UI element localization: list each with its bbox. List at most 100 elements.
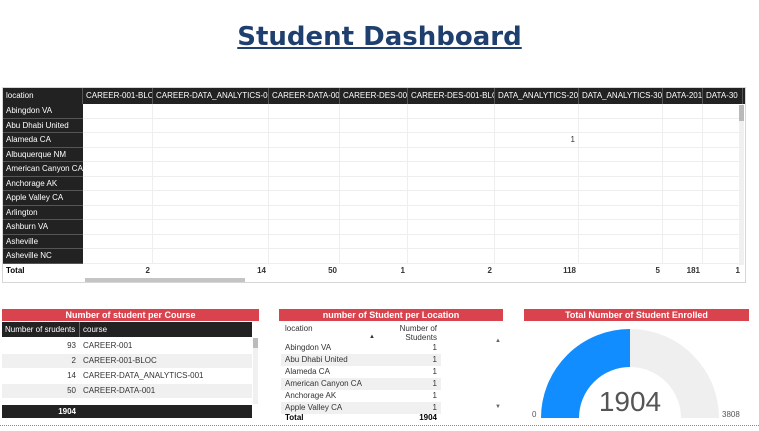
matrix-row: Asheville [3,234,743,249]
matrix-row-label[interactable]: Abingdon VA [3,104,83,119]
matrix-cell [408,104,495,119]
matrix-cell: 1 [400,265,405,275]
bottom-divider [0,425,759,426]
location-total-value: 1904 [419,413,437,422]
enrollment-gauge[interactable]: 1904 0 3808 [524,322,749,426]
location-name: Alameda CA [285,367,330,376]
scroll-down-icon[interactable]: ▼ [495,404,501,410]
matrix-cell [495,176,579,191]
gauge-panel-title: Total Number of Student Enrolled [524,309,749,321]
matrix-cell [663,118,703,133]
matrix-horizontal-scrollbar[interactable] [85,278,245,282]
scroll-up-icon[interactable]: ▲ [495,338,501,344]
location-name: Abingdon VA [285,343,332,352]
course-name: CAREER-DATA-001 [83,386,156,395]
matrix-cell [703,162,743,177]
matrix-cell [340,191,408,206]
matrix-column-header[interactable]: CAREER-001-BLOC [83,88,153,104]
matrix-cell: 2 [487,265,492,275]
matrix-column-header[interactable]: DATA-30 [703,88,743,104]
matrix-column-header[interactable]: CAREER-DATA-001 [269,88,340,104]
matrix-cell [153,220,269,235]
matrix-cell [579,118,663,133]
matrix-row-label[interactable]: Alameda CA [3,133,83,148]
gauge-min: 0 [532,410,537,419]
matrix-cell [153,191,269,206]
matrix-cell [663,234,703,249]
course-count: 93 [67,341,76,350]
matrix-cell [269,191,340,206]
matrix-cell [153,176,269,191]
matrix-cell [153,104,269,119]
course-row[interactable]: 2 CAREER-001-BLOC [2,354,252,368]
sort-ascending-icon[interactable]: ▲ [369,334,375,340]
matrix-row-label[interactable]: Abu Dhabi United [3,118,83,133]
matrix-column-header[interactable]: DATA_ANALYTICS-301 [579,88,663,104]
matrix-cell [269,234,340,249]
location-row[interactable]: Anchorage AK 1 [281,390,441,402]
matrix-row-label[interactable]: American Canyon CA [3,162,83,177]
matrix-cell [83,220,153,235]
course-row[interactable]: 50 CAREER-DATA-001 [2,384,252,398]
location-count: 1 [432,355,437,364]
matrix-vertical-scrollbar[interactable] [739,105,744,265]
matrix-row-label[interactable]: Arlington [3,205,83,220]
matrix-row: Arlington [3,205,743,220]
col-header-students[interactable]: Number of Students [381,324,437,342]
location-name: American Canyon CA [285,379,362,388]
matrix-cell [663,104,703,119]
matrix-cell [408,162,495,177]
scroll-thumb[interactable] [739,105,744,121]
col-header-course[interactable]: course [80,322,252,337]
location-row[interactable]: Abingdon VA 1 [281,342,441,354]
matrix-cell [703,176,743,191]
matrix-header-row: location CAREER-001-BLOC CAREER-DATA_ANAL… [3,88,745,104]
location-name: Abu Dhabi United [285,355,348,364]
matrix-column-header[interactable]: CAREER-DES-001-BLOC [408,88,495,104]
matrix-corner-label[interactable]: location [3,88,83,104]
matrix-row-label[interactable]: Total [3,263,83,278]
matrix-cell [340,205,408,220]
matrix-column-header[interactable]: DATA-201 [663,88,703,104]
location-table[interactable]: location Number of Students ▲ Abingdon V… [281,322,503,426]
matrix-cell [579,104,663,119]
matrix-row-label[interactable]: Ashburn VA [3,220,83,235]
location-row[interactable]: American Canyon CA 1 [281,378,441,390]
location-row[interactable]: Abu Dhabi United 1 [281,354,441,366]
location-course-matrix[interactable]: location CAREER-001-BLOC CAREER-DATA_ANAL… [2,87,746,283]
col-header-location[interactable]: location [281,324,381,342]
matrix-cell [408,191,495,206]
col-header-count[interactable]: Number of srudents [2,322,80,337]
matrix-cell [579,162,663,177]
course-row[interactable]: 14 CAREER-DATA_ANALYTICS-001 [2,369,252,383]
matrix-cell [579,205,663,220]
matrix-cell [495,249,579,264]
matrix-cell: 1 [735,265,740,275]
matrix-cell [269,147,340,162]
course-count: 14 [67,371,76,380]
matrix-cell [495,220,579,235]
matrix-row-label[interactable]: Asheville [3,234,83,249]
matrix-cell: 2 [145,265,150,275]
matrix-row-label[interactable]: Apple Valley CA [3,191,83,206]
location-row[interactable]: Alameda CA 1 [281,366,441,378]
matrix-cell [269,133,340,148]
course-row[interactable]: 93 CAREER-001 [2,339,252,353]
matrix-cell [83,104,153,119]
course-table[interactable]: Number of srudents course 93 CAREER-001 2 C… [2,322,259,420]
matrix-cell [269,205,340,220]
matrix-column-header[interactable]: DATA_ANALYTICS-201 [495,88,579,104]
matrix-row-label[interactable]: Anchorage AK [3,176,83,191]
matrix-cell [579,220,663,235]
matrix-column-header[interactable]: CAREER-DES-001 [340,88,408,104]
matrix-cell [340,220,408,235]
matrix-cell [153,147,269,162]
course-scrollbar[interactable] [253,338,258,404]
matrix-cell: 118 [563,265,576,275]
matrix-row: Alameda CA 1 [3,133,743,148]
matrix-cell [579,147,663,162]
matrix-column-header[interactable]: CAREER-DATA_ANALYTICS-001 [153,88,269,104]
matrix-row-label[interactable]: Asheville NC [3,249,83,264]
gauge-max: 3808 [722,410,740,419]
matrix-row-label[interactable]: Albuquerque NM [3,147,83,162]
